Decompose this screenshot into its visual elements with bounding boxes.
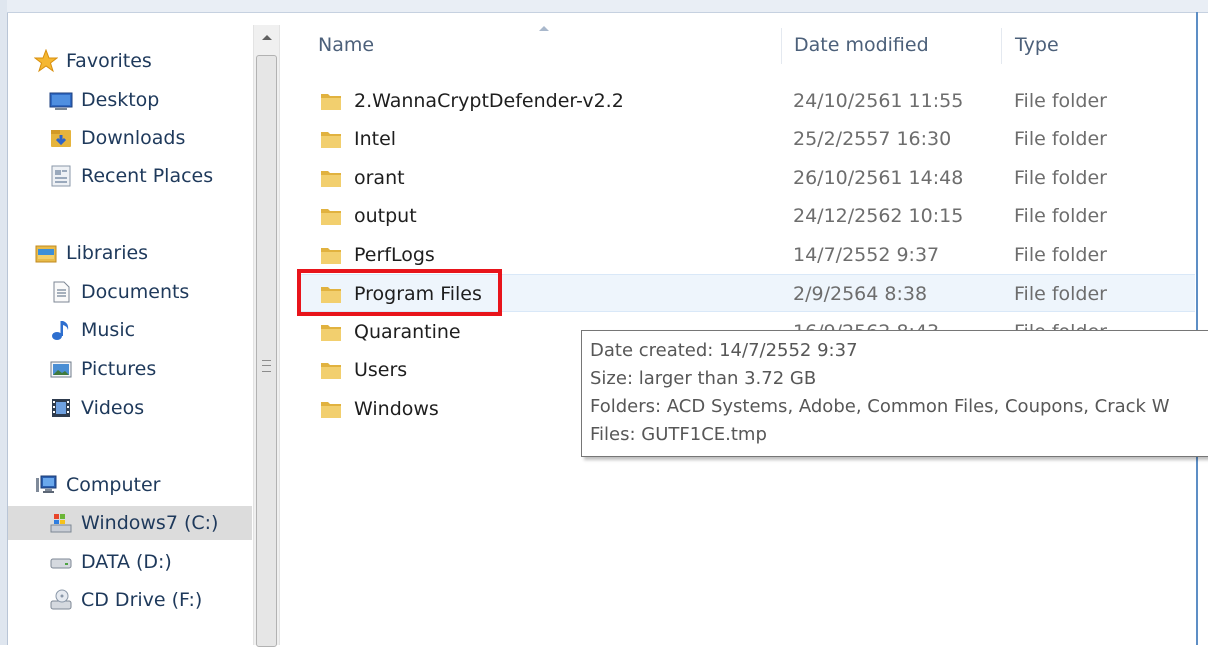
folder-icon bbox=[320, 360, 342, 380]
nav-documents[interactable]: Documents bbox=[49, 275, 189, 309]
file-name: orant bbox=[354, 167, 405, 189]
file-date-modified: 24/12/2562 10:15 bbox=[793, 205, 964, 227]
window-frame-right bbox=[1196, 12, 1198, 645]
recent-places-icon bbox=[49, 164, 73, 188]
file-date-modified: 2/9/2564 8:38 bbox=[793, 283, 928, 305]
nav-pane-scrollbar[interactable] bbox=[253, 25, 280, 647]
tooltip-folders: Folders: ACD Systems, Adobe, Common File… bbox=[590, 396, 1170, 417]
nav-label: Recent Places bbox=[81, 165, 214, 187]
window-frame-top bbox=[7, 0, 1208, 13]
file-name: PerfLogs bbox=[354, 244, 435, 266]
folder-icon bbox=[320, 245, 342, 265]
nav-pictures[interactable]: Pictures bbox=[49, 352, 156, 386]
scroll-up-arrow-icon[interactable] bbox=[254, 25, 279, 51]
file-row[interactable]: Intel 25/2/2557 16:30 File folder bbox=[300, 120, 1195, 158]
nav-label: CD Drive (F:) bbox=[81, 589, 203, 611]
folder-icon bbox=[320, 206, 342, 226]
nav-videos[interactable]: Videos bbox=[49, 391, 144, 425]
nav-recent-places[interactable]: Recent Places bbox=[49, 159, 213, 193]
document-icon bbox=[49, 280, 73, 304]
column-header-name[interactable]: Name bbox=[318, 34, 374, 62]
hard-drive-icon bbox=[49, 550, 73, 574]
navigation-pane: Favorites Desktop Downloads Recent Place… bbox=[8, 13, 252, 645]
file-type: File folder bbox=[1014, 283, 1107, 305]
file-row[interactable]: orant 26/10/2561 14:48 File folder bbox=[300, 159, 1195, 197]
file-name: 2.WannaCryptDefender-v2.2 bbox=[354, 90, 624, 112]
file-type: File folder bbox=[1014, 167, 1107, 189]
nav-drive-f[interactable]: CD Drive (F:) bbox=[49, 583, 202, 617]
file-name: Users bbox=[354, 359, 408, 381]
nav-downloads[interactable]: Downloads bbox=[49, 121, 185, 155]
window-frame-left bbox=[0, 0, 8, 645]
nav-label: Downloads bbox=[81, 127, 186, 149]
scrollbar-thumb[interactable] bbox=[256, 55, 277, 647]
film-icon bbox=[49, 396, 73, 420]
nav-music[interactable]: Music bbox=[49, 313, 135, 347]
nav-label: DATA (D:) bbox=[81, 551, 172, 573]
nav-label: Documents bbox=[81, 281, 190, 303]
cd-drive-icon bbox=[49, 588, 73, 612]
file-row[interactable]: 2.WannaCryptDefender-v2.2 24/10/2561 11:… bbox=[300, 82, 1195, 120]
windows-drive-icon bbox=[49, 511, 73, 535]
folder-info-tooltip: Date created: 14/7/2552 9:37 Size: large… bbox=[581, 330, 1208, 457]
tooltip-date-created: Date created: 14/7/2552 9:37 bbox=[590, 340, 858, 361]
nav-drive-c[interactable]: Windows7 (C:) bbox=[8, 506, 252, 540]
nav-desktop[interactable]: Desktop bbox=[49, 83, 159, 117]
file-name: Intel bbox=[354, 128, 397, 150]
file-date-modified: 26/10/2561 14:48 bbox=[793, 167, 964, 189]
nav-favorites[interactable]: Favorites bbox=[33, 44, 152, 78]
file-name: output bbox=[354, 205, 417, 227]
sort-ascending-icon bbox=[539, 26, 549, 31]
column-divider[interactable] bbox=[1001, 28, 1002, 64]
folder-icon bbox=[320, 91, 342, 111]
nav-libraries[interactable]: Libraries bbox=[34, 236, 148, 270]
nav-label: Libraries bbox=[66, 242, 149, 264]
highlight-box bbox=[297, 269, 502, 316]
file-type: File folder bbox=[1014, 90, 1107, 112]
nav-label: Pictures bbox=[81, 358, 157, 380]
nav-drive-d[interactable]: DATA (D:) bbox=[49, 545, 172, 579]
file-type: File folder bbox=[1014, 205, 1107, 227]
file-date-modified: 25/2/2557 16:30 bbox=[793, 128, 952, 150]
folder-icon bbox=[320, 129, 342, 149]
file-date-modified: 14/7/2552 9:37 bbox=[793, 244, 940, 266]
file-type: File folder bbox=[1014, 128, 1107, 150]
computer-icon bbox=[34, 473, 58, 497]
folder-icon bbox=[320, 399, 342, 419]
pictures-icon bbox=[49, 357, 73, 381]
nav-label: Windows7 (C:) bbox=[81, 512, 219, 534]
file-row[interactable]: output 24/12/2562 10:15 File folder bbox=[300, 197, 1195, 235]
nav-label: Music bbox=[81, 319, 136, 341]
scrollbar-grip-icon bbox=[262, 360, 271, 372]
music-note-icon bbox=[49, 318, 73, 342]
tooltip-files: Files: GUTF1CE.tmp bbox=[590, 424, 767, 445]
downloads-folder-icon bbox=[49, 126, 73, 150]
tooltip-size: Size: larger than 3.72 GB bbox=[590, 368, 817, 389]
libraries-icon bbox=[34, 241, 58, 265]
nav-label: Videos bbox=[81, 397, 145, 419]
column-header-type[interactable]: Type bbox=[1015, 34, 1059, 62]
column-header-date-modified[interactable]: Date modified bbox=[794, 34, 929, 62]
nav-label: Computer bbox=[66, 474, 161, 496]
file-name: Quarantine bbox=[354, 321, 461, 343]
star-icon bbox=[33, 48, 59, 73]
file-date-modified: 24/10/2561 11:55 bbox=[793, 90, 964, 112]
column-divider[interactable] bbox=[781, 28, 782, 64]
folder-icon bbox=[320, 168, 342, 188]
file-name: Windows bbox=[354, 398, 439, 420]
folder-icon bbox=[320, 322, 342, 342]
file-type: File folder bbox=[1014, 244, 1107, 266]
nav-label: Desktop bbox=[81, 89, 160, 111]
nav-label: Favorites bbox=[66, 50, 152, 72]
desktop-icon bbox=[49, 88, 73, 112]
nav-computer[interactable]: Computer bbox=[34, 468, 160, 502]
